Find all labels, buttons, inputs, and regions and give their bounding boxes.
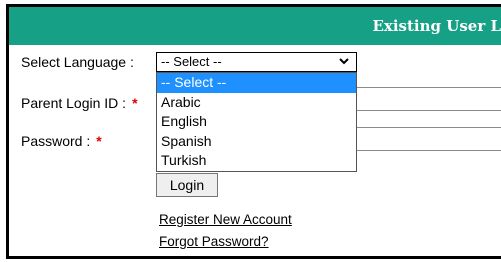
language-option[interactable]: -- Select --: [157, 73, 356, 93]
required-marker: *: [132, 95, 138, 111]
chevron-down-icon: [339, 58, 349, 65]
password-label: Password : *: [21, 133, 102, 149]
panel-header: Existing User L: [9, 7, 501, 45]
language-option[interactable]: Arabic: [157, 93, 356, 113]
password-text: Password :: [21, 133, 91, 149]
language-option[interactable]: Spanish: [157, 132, 356, 152]
parent-login-id-text: Parent Login ID :: [21, 95, 127, 111]
language-select-value: -- Select --: [161, 54, 222, 69]
language-option[interactable]: English: [157, 112, 356, 132]
password-input[interactable]: [353, 127, 501, 151]
register-link[interactable]: Register New Account: [159, 212, 292, 227]
language-option[interactable]: Turkish: [157, 151, 356, 171]
panel-title: Existing User L: [372, 17, 501, 35]
parent-login-id-label: Parent Login ID : *: [21, 95, 138, 111]
parent-login-id-input[interactable]: [353, 87, 501, 111]
required-marker: *: [96, 133, 102, 149]
login-button[interactable]: Login: [156, 173, 218, 197]
language-dropdown-list: -- Select -- Arabic English Spanish Turk…: [156, 72, 357, 172]
forgot-password-link[interactable]: Forgot Password?: [159, 234, 269, 249]
login-panel: Existing User L Select Language : -- Sel…: [6, 4, 501, 259]
language-label: Select Language :: [21, 54, 134, 70]
language-select[interactable]: -- Select --: [156, 52, 357, 72]
